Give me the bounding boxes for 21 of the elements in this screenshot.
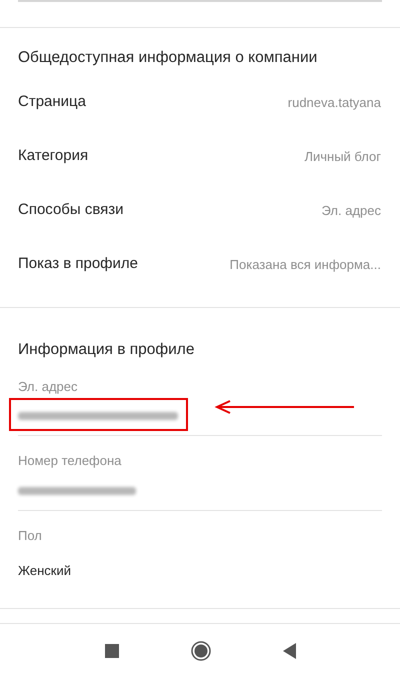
field-label: Пол xyxy=(18,528,42,542)
home-icon[interactable] xyxy=(190,641,210,661)
row-value: Показана вся информа... xyxy=(230,256,381,274)
row-label: Способы связи xyxy=(18,200,124,220)
row-value: rudneva.tatyana xyxy=(288,94,381,112)
row-label: Страница xyxy=(18,92,86,112)
field-label: Номер телефона xyxy=(18,453,122,468)
back-icon[interactable] xyxy=(282,643,296,659)
section-title: Информация в профиле xyxy=(18,341,194,358)
settings-row[interactable]: Страница rudneva.tatyana xyxy=(0,75,400,130)
settings-row[interactable]: Показ в профиле Показана вся информа... xyxy=(0,237,400,292)
field-label: Эл. адрес xyxy=(18,378,78,394)
row-label: Показ в профиле xyxy=(18,254,138,274)
settings-row[interactable]: Категория Личный блог xyxy=(0,129,400,184)
row-value: Эл. адрес xyxy=(322,202,381,220)
row-label: Категория xyxy=(18,146,88,166)
section-title: Общедоступная информация о компании xyxy=(18,49,318,66)
row-value: Личный блог xyxy=(304,148,381,166)
settings-row[interactable]: Способы связи Эл. адрес xyxy=(0,183,400,238)
recents-icon[interactable] xyxy=(104,644,118,658)
field-value[interactable]: Женский xyxy=(18,561,71,580)
